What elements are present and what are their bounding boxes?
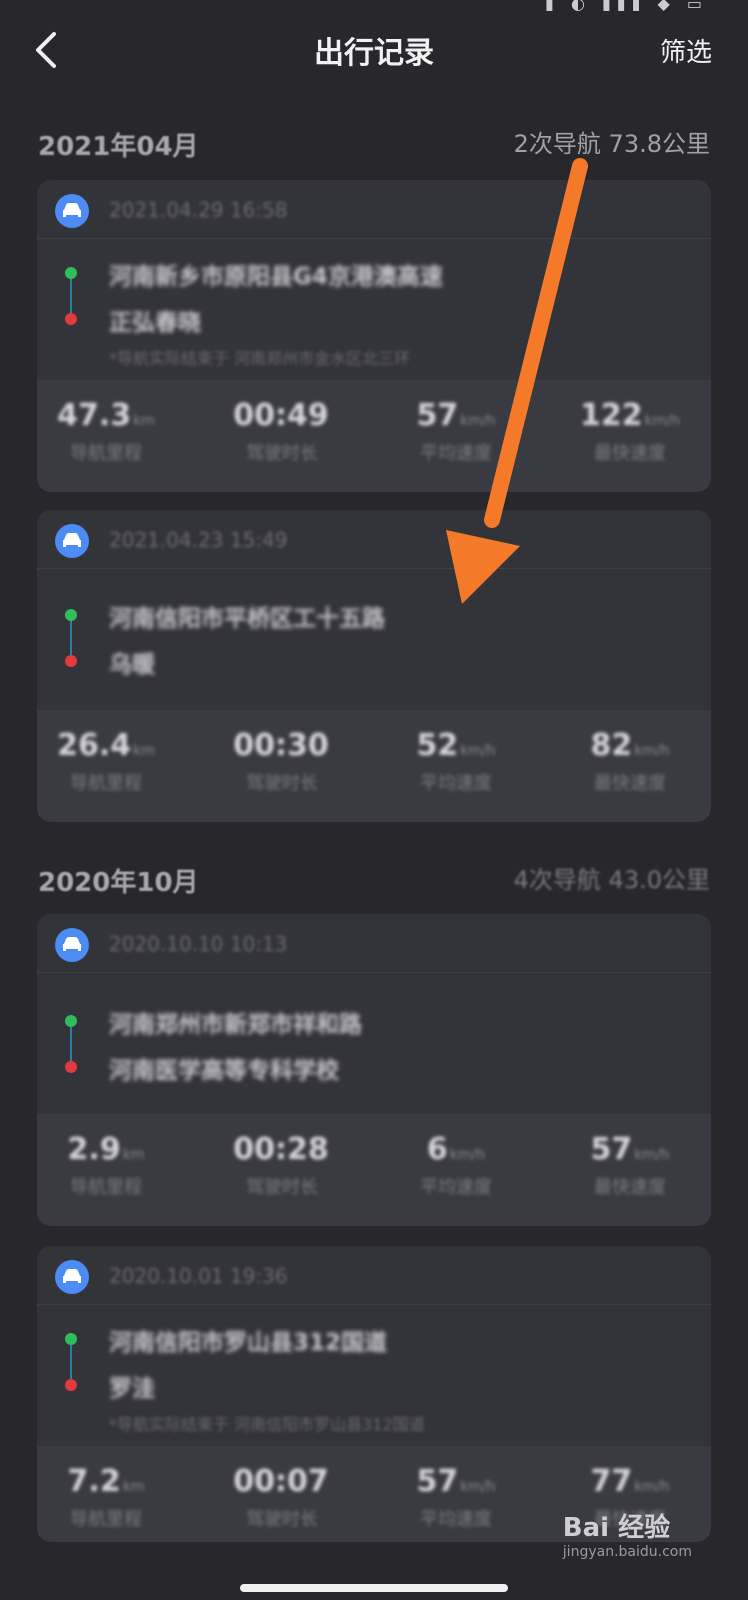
trip-start: 河南新乡市原阳县G4京港澳高速 [109, 264, 443, 290]
trip-route: 河南新乡市原阳县G4京港澳高速 正弘春晓 *导航实际结束于 河南郑州市金水区北三… [37, 239, 711, 368]
month-summary: 4次导航 43.0公里 [513, 866, 710, 894]
trip-note: *导航实际结束于 河南郑州市金水区北三环 [109, 349, 411, 368]
trip-stats: 26.4 km 导航里程 00:30 驾驶时长 52 km/h 平均速度 82 km/h 最快… [37, 710, 711, 822]
trip-card-header: 2020.10.01 19:36 [37, 1246, 711, 1305]
month-label: 2020年10月 [38, 868, 199, 898]
end-dot-icon [65, 1061, 77, 1073]
stat-distance: 47.3 km 导航里程 [57, 398, 155, 464]
route-line [70, 1027, 72, 1061]
trip-end: 正弘春晓 [109, 310, 201, 336]
trip-card[interactable]: 2021.04.23 15:49 河南信阳市平桥区工十五路 乌暖 26.4 km 导… [37, 510, 711, 822]
end-dot-icon [65, 313, 77, 325]
stat-avg-speed: 57 km/h 平均速度 [416, 398, 496, 464]
trip-start: 河南信阳市平桥区工十五路 [109, 606, 385, 632]
trip-card[interactable]: 2020.10.10 10:13 河南郑州市新郑市祥和路 河南医学高等专科学校 … [37, 914, 711, 1226]
trip-start: 河南郑州市新郑市祥和路 [109, 1012, 362, 1038]
trip-time: 2021.04.29 16:58 [109, 198, 288, 222]
trip-stats: 2.9 km 导航里程 00:28 驾驶时长 6 km/h 平均速度 57 km/h 最快速度 [37, 1114, 711, 1226]
trip-time: 2020.10.01 19:36 [109, 1264, 288, 1288]
route-line [70, 1345, 72, 1379]
trip-card-header: 2020.10.10 10:13 [37, 914, 711, 973]
start-dot-icon [65, 1333, 77, 1345]
trip-end: 乌暖 [109, 652, 155, 678]
trip-note: *导航实际结束于 河南信阳市罗山县312国道 [109, 1415, 425, 1434]
stat-duration: 00:30 驾驶时长 [233, 728, 329, 794]
stat-avg-speed: 6 km/h 平均速度 [420, 1132, 492, 1198]
month-label: 2021年04月 [38, 132, 199, 162]
trip-route: 河南信阳市平桥区工十五路 乌暖 [37, 569, 711, 709]
stat-distance: 26.4 km 导航里程 [57, 728, 155, 794]
stat-distance: 2.9 km 导航里程 [67, 1132, 145, 1198]
watermark-url: jingyan.baidu.com [562, 1544, 692, 1560]
car-icon [55, 524, 89, 558]
watermark-logo: Bai 经验 jingyan.baidu.com [563, 1507, 692, 1560]
status-icons: ▮ ◐ ▮▮▮ ◆ ▭ [545, 0, 708, 13]
trip-card-header: 2021.04.29 16:58 [37, 180, 711, 239]
trip-time: 2020.10.10 10:13 [109, 932, 288, 956]
filter-button[interactable]: 筛选 [660, 32, 712, 69]
trip-end: 罗洼 [109, 1376, 155, 1402]
trip-card-header: 2021.04.23 15:49 [37, 510, 711, 569]
trip-start: 河南信阳市罗山县312国道 [109, 1330, 388, 1356]
month-header: 2020年10月 4次导航 43.0公里 [38, 858, 710, 898]
route-line [70, 621, 72, 655]
nav-bar: 出行记录 筛选 [0, 22, 748, 78]
trip-end: 河南医学高等专科学校 [109, 1058, 339, 1084]
stat-avg-speed: 57 km/h 平均速度 [416, 1464, 496, 1530]
end-dot-icon [65, 1379, 77, 1391]
route-line [70, 279, 72, 313]
stat-max-speed: 122 km/h 最快速度 [580, 398, 680, 464]
month-header: 2021年04月 2次导航 73.8公里 [38, 122, 710, 162]
stat-duration: 00:49 驾驶时长 [233, 398, 329, 464]
trip-route: 河南信阳市罗山县312国道 罗洼 *导航实际结束于 河南信阳市罗山县312国道 [37, 1305, 711, 1434]
home-indicator[interactable] [240, 1584, 508, 1592]
trip-route: 河南郑州市新郑市祥和路 河南医学高等专科学校 [37, 973, 711, 1113]
trip-time: 2021.04.23 15:49 [109, 528, 288, 552]
trip-card[interactable]: 2020.10.01 19:36 河南信阳市罗山县312国道 罗洼 *导航实际结… [37, 1246, 711, 1542]
stat-duration: 00:07 驾驶时长 [233, 1464, 329, 1530]
stat-duration: 00:28 驾驶时长 [233, 1132, 329, 1198]
trip-stats: 47.3 km 导航里程 00:49 驾驶时长 57 km/h 平均速度 122 km/h 最… [37, 380, 711, 492]
start-dot-icon [65, 609, 77, 621]
month-summary: 2次导航 73.8公里 [513, 130, 710, 158]
status-bar: ▮ ◐ ▮▮▮ ◆ ▭ [0, 0, 748, 16]
car-icon [55, 194, 89, 228]
stat-max-speed: 82 km/h 最快速度 [590, 728, 670, 794]
trip-card[interactable]: 2021.04.29 16:58 河南新乡市原阳县G4京港澳高速 正弘春晓 *导… [37, 180, 711, 492]
car-icon [55, 928, 89, 962]
car-icon [55, 1260, 89, 1294]
start-dot-icon [65, 267, 77, 279]
stat-distance: 7.2 km 导航里程 [67, 1464, 145, 1530]
stat-avg-speed: 52 km/h 平均速度 [416, 728, 496, 794]
end-dot-icon [65, 655, 77, 667]
stat-max-speed: 57 km/h 最快速度 [590, 1132, 670, 1198]
page-title: 出行记录 [314, 36, 434, 71]
watermark-text: Bai 经验 [562, 1513, 671, 1543]
start-dot-icon [65, 1015, 77, 1027]
